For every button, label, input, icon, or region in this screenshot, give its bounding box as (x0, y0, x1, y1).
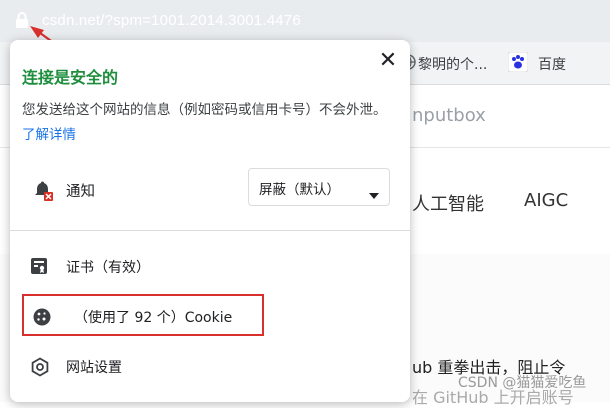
certificate-row[interactable]: 证书（有效） (10, 246, 410, 288)
cookie-icon (32, 307, 52, 331)
notification-label: 通知 (66, 184, 95, 200)
certificate-label: 证书（有效） (66, 260, 150, 276)
notification-permission-row: 通知 屏蔽（默认） (10, 168, 410, 220)
description-text: 您发送给这个网站的信息（例如密码或信用卡号）不会外泄。 (22, 102, 387, 118)
cookie-label: （使用了 92 个）Cookie (74, 310, 233, 326)
learn-more-link[interactable]: 了解详情 (22, 127, 76, 143)
bookmark-item[interactable]: 黎明的个... (418, 54, 487, 74)
gear-icon (30, 357, 50, 381)
notification-select[interactable]: 屏蔽（默认） (248, 168, 390, 206)
nav-item[interactable]: AIGC (524, 190, 568, 211)
close-button[interactable]: ✕ (376, 50, 400, 74)
site-info-popup: 连接是安全的 ✕ 您发送给这个网站的信息（例如密码或信用卡号）不会外泄。 了解详… (10, 40, 410, 402)
notification-select-value: 屏蔽（默认） (259, 182, 340, 198)
caret-down-icon (369, 184, 379, 203)
bell-blocked-icon (32, 180, 54, 206)
baidu-paw-icon (507, 51, 529, 76)
watermark: CSDN @猫猫爱吃鱼 (458, 375, 587, 391)
certificate-icon (30, 257, 48, 279)
cookies-row[interactable]: （使用了 92 个）Cookie (10, 296, 410, 338)
lock-icon[interactable] (14, 11, 30, 33)
nav-item[interactable]: 人工智能 (412, 190, 484, 216)
url-text[interactable]: csdn.net/?spm=1001.2014.3001.4476 (42, 12, 301, 29)
search-placeholder[interactable]: nputbox (412, 105, 486, 126)
divider (10, 230, 410, 231)
security-description: 您发送给这个网站的信息（例如密码或信用卡号）不会外泄。 了解详情 (22, 98, 398, 148)
site-settings-row[interactable]: 网站设置 (10, 346, 410, 388)
address-bar[interactable]: csdn.net/?spm=1001.2014.3001.4476 (0, 0, 610, 42)
bookmark-item[interactable]: 百度 (538, 54, 566, 74)
connection-secure-title: 连接是安全的 (22, 68, 119, 87)
site-settings-label: 网站设置 (66, 360, 122, 376)
